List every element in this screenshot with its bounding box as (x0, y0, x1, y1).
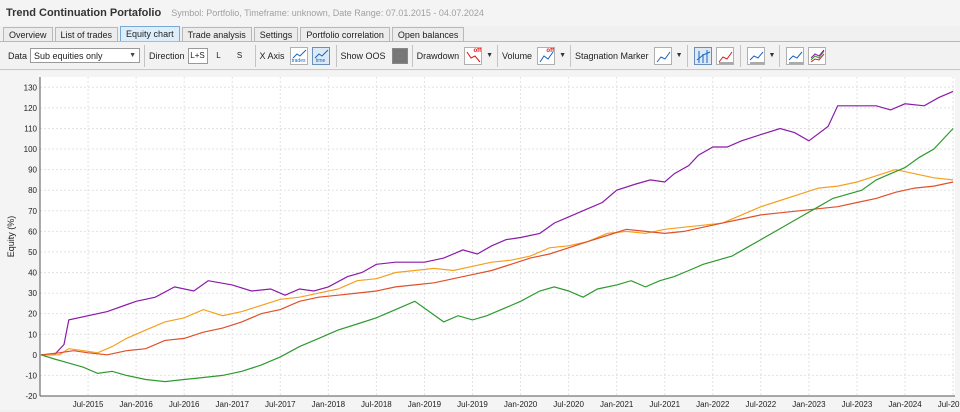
equity-view-button[interactable] (715, 46, 734, 65)
y-tick-label: 120 (24, 104, 38, 113)
x-tick-label: Jul-2017 (265, 400, 296, 409)
y-tick-label: -20 (25, 392, 37, 401)
multi-equity-button[interactable] (808, 46, 827, 65)
show-oos-toggle[interactable] (391, 47, 408, 64)
x-tick-label: Jul-2023 (842, 400, 873, 409)
xaxis-trades-text: trades (291, 57, 306, 64)
bar-chart-icon (696, 49, 710, 63)
equity-chart-area[interactable]: -20 -10 0 10 20 30 40 50 60 70 80 90 100 110 120 130 Jul… (0, 71, 960, 410)
data-group: Data Sub equities only ▼ (4, 44, 146, 67)
show-oos-label: Show OOS (340, 50, 386, 61)
y-tick-label: 90 (28, 166, 37, 175)
volume-toggle[interactable]: off (537, 46, 556, 65)
app-title: Trend Continuation Portafolio (6, 7, 162, 19)
x-tick-label: Jul-2021 (649, 400, 680, 409)
volume-group: Volume off ▼ (498, 44, 572, 67)
x-tick-label: Jul-2022 (746, 400, 777, 409)
y-axis-label: Equity (%) (6, 216, 16, 258)
tab-open-balances[interactable]: Open balances (391, 27, 465, 41)
tab-trade-analysis[interactable]: Trade analysis (181, 27, 252, 41)
stagnation-group: Stagnation Marker ▼ (571, 44, 688, 67)
chevron-down-icon: ▼ (129, 52, 137, 59)
x-tick-label: Jul-2016 (169, 400, 200, 409)
stagnation-label: Stagnation Marker (575, 50, 649, 61)
drawdown-toggle[interactable]: off (464, 46, 483, 65)
chart-toolbar: Data Sub equities only ▼ Direction L+S L… (0, 42, 960, 70)
xaxis-time-text: time (315, 57, 326, 64)
equity-chart-icon (718, 51, 733, 63)
x-tick-label: Jul-2019 (457, 400, 488, 409)
drawdown-group: Drawdown off ▼ (413, 44, 499, 67)
x-tick-label: Jan-2017 (216, 400, 250, 409)
xaxis-group: X Axis trades time (256, 44, 337, 67)
direction-label: Direction (149, 50, 185, 61)
tab-settings[interactable]: Settings (253, 27, 299, 41)
drawdown-off-text: off (473, 47, 482, 54)
direction-short-button[interactable]: S (230, 48, 250, 64)
chevron-down-icon[interactable]: ▼ (486, 52, 493, 59)
y-tick-label: 10 (28, 330, 37, 339)
chevron-down-icon[interactable]: ▼ (676, 52, 683, 59)
data-label: Data (8, 50, 28, 61)
x-tick-label: Jan-2021 (600, 400, 634, 409)
bar-view-button[interactable] (693, 46, 712, 65)
stagnation-toggle[interactable] (653, 46, 672, 65)
y-tick-label: 40 (28, 269, 37, 278)
view-group-3 (780, 45, 832, 67)
app-meta: Symbol: Portfolio, Timeframe: unknown, D… (171, 8, 484, 18)
y-tick-label: 50 (28, 248, 37, 257)
view-group-1 (688, 44, 741, 67)
tab-overview[interactable]: Overview (3, 27, 53, 41)
tab-list-of-trades[interactable]: List of trades (54, 27, 119, 41)
tab-bar: Overview List of trades Equity chart Tra… (0, 26, 960, 42)
x-tick-label: Jan-2019 (408, 400, 442, 409)
xaxis-time-button[interactable]: time (311, 46, 330, 65)
x-tick-label: Jul-2018 (361, 400, 392, 409)
y-tick-label: 30 (28, 289, 37, 298)
xaxis-label: X Axis (259, 50, 285, 61)
direction-long-button[interactable]: L (209, 48, 229, 64)
x-tick-label: Jan-2020 (504, 400, 538, 409)
data-select-value: Sub equities only (34, 50, 103, 61)
y-tick-label: 0 (33, 351, 38, 360)
tab-equity-chart[interactable]: Equity chart (120, 26, 180, 41)
x-tick-label: Jan-2024 (888, 400, 922, 409)
y-tick-label: 70 (28, 207, 37, 216)
volume-label: Volume (502, 50, 533, 61)
oos-group: Show OOS (337, 44, 413, 67)
chevron-down-icon[interactable]: ▼ (559, 52, 566, 59)
stagnation-chart-icon (656, 51, 670, 62)
direction-long-short-button[interactable]: L+S (187, 47, 208, 64)
tab-portfolio-correlation[interactable]: Portfolio correlation (300, 27, 390, 41)
single-equity-button[interactable] (786, 46, 805, 65)
chevron-down-icon[interactable]: ▼ (769, 52, 776, 59)
view-group-2: ▼ (741, 44, 781, 67)
y-tick-label: 60 (28, 227, 37, 236)
x-tick-label: Jan-2018 (312, 400, 346, 409)
x-tick-label: Jul-2024 (938, 400, 960, 409)
data-select[interactable]: Sub equities only ▼ (30, 48, 141, 63)
volume-off-text: off (546, 47, 555, 54)
equity-chart[interactable]: -20 -10 0 10 20 30 40 50 60 70 80 90 100 110 120 130 Jul… (0, 71, 960, 410)
line-chart-icon (789, 51, 804, 63)
drawdown-label: Drawdown (416, 50, 460, 61)
y-tick-label: 80 (28, 186, 37, 195)
x-tick-label: Jan-2022 (696, 400, 730, 409)
x-tick-label: Jul-2015 (73, 400, 104, 409)
line-view-button[interactable] (746, 46, 765, 65)
direction-group: Direction L+S L S (145, 44, 256, 67)
y-tick-label: 100 (24, 145, 38, 154)
y-tick-label: -10 (25, 371, 37, 380)
line-chart-icon (749, 51, 764, 63)
y-tick-label: 110 (24, 124, 37, 133)
x-tick-label: Jan-2016 (119, 400, 153, 409)
x-tick-label: Jul-2020 (553, 400, 584, 409)
plot-background (40, 77, 955, 396)
y-tick-label: 130 (24, 83, 38, 92)
y-tick-label: 20 (28, 310, 37, 319)
multi-line-chart-icon (811, 49, 825, 62)
xaxis-trades-button[interactable]: trades (289, 46, 308, 65)
x-tick-label: Jan-2023 (792, 400, 826, 409)
title-bar: Trend Continuation Portafolio Symbol: Po… (0, 0, 960, 26)
